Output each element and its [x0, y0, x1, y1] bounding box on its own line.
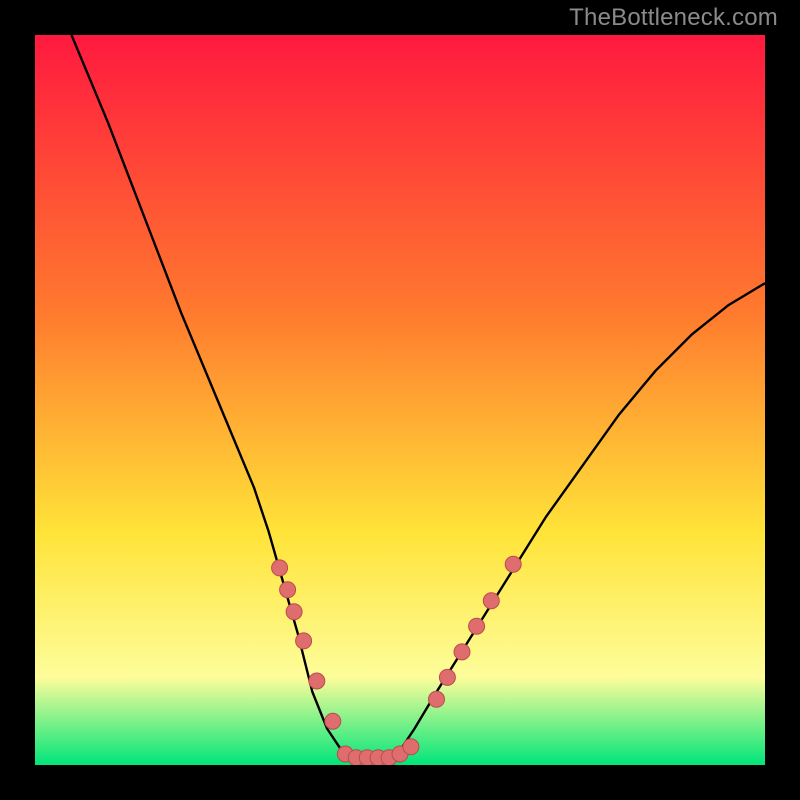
data-dot-left	[296, 633, 312, 649]
data-dot-right	[429, 691, 445, 707]
data-dot-left	[325, 713, 341, 729]
chart-svg	[35, 35, 765, 765]
data-dot-left	[272, 560, 288, 576]
data-dot-bottom	[403, 739, 419, 755]
data-dot-right	[505, 556, 521, 572]
data-dot-right	[483, 593, 499, 609]
data-dot-right	[454, 644, 470, 660]
gradient-background	[35, 35, 765, 765]
watermark-text: TheBottleneck.com	[569, 4, 778, 32]
plot-area	[35, 35, 765, 765]
outer-frame: TheBottleneck.com	[0, 0, 800, 800]
data-dot-right	[439, 669, 455, 685]
data-dot-right	[469, 618, 485, 634]
data-dot-left	[280, 582, 296, 598]
data-dot-left	[309, 673, 325, 689]
data-dot-left	[286, 604, 302, 620]
